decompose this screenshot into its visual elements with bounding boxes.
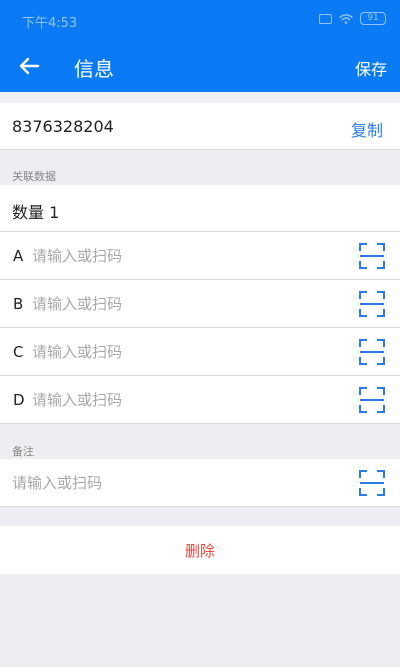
field-row-a: A — [0, 232, 400, 280]
save-button[interactable]: 保存 — [355, 56, 387, 80]
status-time: 下午4:53 — [22, 16, 78, 31]
arrow-left-icon — [19, 57, 40, 75]
quantity-row: 数量 1 — [0, 185, 400, 232]
app-bar: 下午4:53 91 信息 保存 — [0, 0, 400, 92]
field-input-c[interactable] — [32, 337, 332, 367]
delete-button[interactable]: 删除 — [0, 540, 400, 561]
field-input-d[interactable] — [32, 385, 332, 415]
record-code-row: 8376328204 复制 — [0, 103, 400, 150]
scan-icon[interactable] — [359, 291, 385, 317]
field-input-a[interactable] — [32, 241, 332, 271]
status-bar: 下午4:53 91 — [0, 0, 400, 40]
back-button[interactable] — [14, 50, 46, 82]
remarks-row — [0, 459, 400, 507]
wifi-icon — [339, 13, 353, 24]
associated-section-label: 关联数据 — [12, 170, 56, 183]
toolbar: 信息 保存 — [0, 40, 400, 92]
status-icons: 91 — [319, 12, 386, 25]
delete-row: 删除 — [0, 526, 400, 574]
battery-icon: 91 — [360, 12, 386, 25]
quantity-text: 数量 1 — [12, 203, 60, 222]
remarks-input[interactable] — [12, 468, 332, 498]
scan-icon[interactable] — [359, 470, 385, 496]
field-label-b: B — [13, 295, 24, 313]
field-row-c: C — [0, 328, 400, 376]
field-label-a: A — [13, 247, 24, 265]
scan-icon[interactable] — [359, 243, 385, 269]
field-label-d: D — [13, 391, 25, 409]
copy-button[interactable]: 复制 — [351, 117, 383, 141]
scan-icon[interactable] — [359, 387, 385, 413]
field-row-b: B — [0, 280, 400, 328]
sim-icon — [319, 13, 332, 24]
page-title: 信息 — [74, 57, 114, 81]
scan-icon[interactable] — [359, 339, 385, 365]
field-input-b[interactable] — [32, 289, 332, 319]
field-label-c: C — [13, 343, 24, 361]
remarks-section-label: 备注 — [12, 445, 34, 458]
field-row-d: D — [0, 376, 400, 424]
record-code: 8376328204 — [12, 117, 114, 136]
